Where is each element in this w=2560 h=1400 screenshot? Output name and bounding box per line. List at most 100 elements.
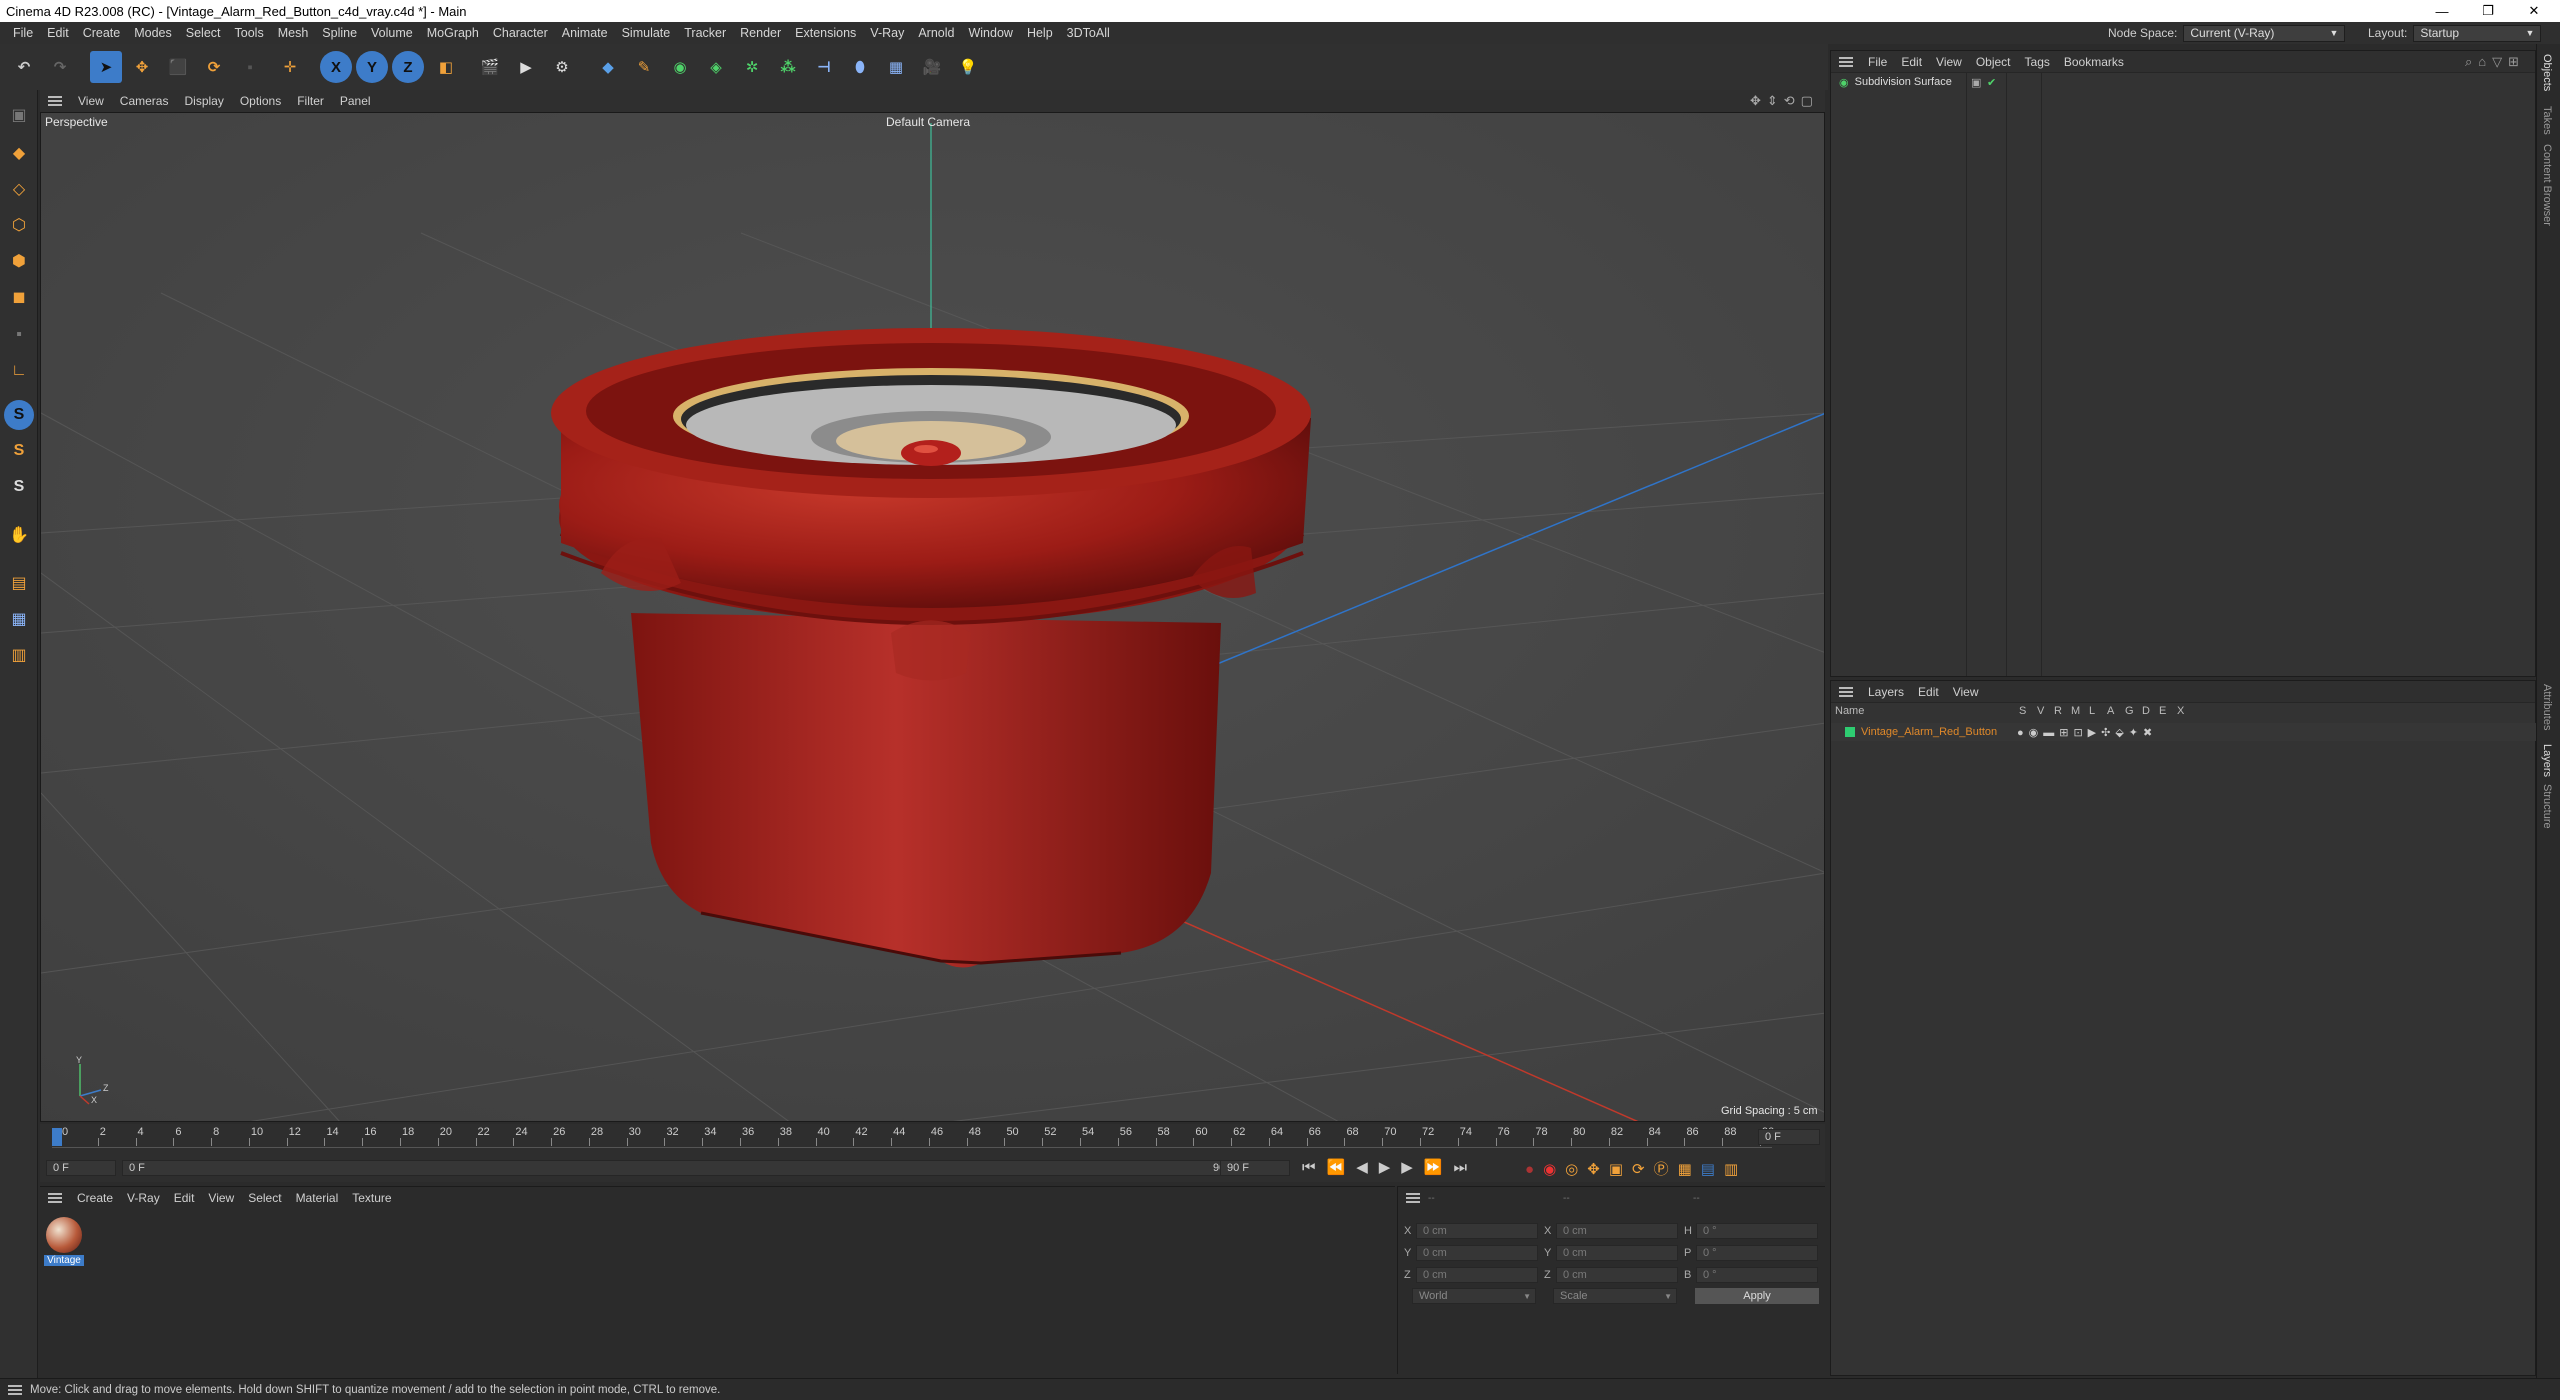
- viewport-menu-icon[interactable]: [48, 96, 62, 106]
- play-icon[interactable]: ▶: [1379, 1159, 1402, 1176]
- x-axis-lock-button[interactable]: X: [320, 51, 352, 83]
- material-menu-texture[interactable]: Texture: [345, 1191, 398, 1205]
- menu-animate[interactable]: Animate: [555, 26, 615, 40]
- status-menu-icon[interactable]: [8, 1384, 22, 1395]
- prev-frame-icon[interactable]: ◀: [1356, 1159, 1379, 1176]
- mograph-icon[interactable]: ⁂: [772, 51, 804, 83]
- close-button[interactable]: ✕: [2512, 0, 2556, 22]
- keyframe-icon[interactable]: ◎: [1565, 1161, 1587, 1178]
- render-view-icon[interactable]: ▶: [510, 51, 542, 83]
- key-position-icon[interactable]: ✥: [1587, 1161, 1609, 1178]
- range-end-field[interactable]: 90 F: [1220, 1160, 1290, 1176]
- coordinate-system-icon[interactable]: ◧: [430, 51, 462, 83]
- viewport-nav-icons[interactable]: ✥⇕⟲▢: [1750, 93, 1819, 109]
- material-menu-edit[interactable]: Edit: [167, 1191, 202, 1205]
- camera-icon[interactable]: 🎥: [916, 51, 948, 83]
- camera-label[interactable]: Default Camera: [886, 115, 970, 129]
- points-mode-icon[interactable]: ⬡: [4, 210, 34, 240]
- menu-character[interactable]: Character: [486, 26, 555, 40]
- layer-menu-edit[interactable]: Edit: [1911, 685, 1946, 699]
- playback-controls[interactable]: ⏮⏪◀▶▶⏩⏭: [1302, 1158, 1478, 1176]
- viewport-menu-cameras[interactable]: Cameras: [112, 94, 177, 108]
- pen-spline-icon[interactable]: ✎: [628, 51, 660, 83]
- object-menu-file[interactable]: File: [1861, 55, 1894, 69]
- floor-icon[interactable]: ▦: [880, 51, 912, 83]
- next-frame-icon[interactable]: ▶: [1401, 1159, 1424, 1176]
- cube-primitive-icon[interactable]: ◆: [592, 51, 624, 83]
- render-region-icon[interactable]: 🎬: [474, 51, 506, 83]
- enabled-check-icon[interactable]: ✔: [1987, 76, 1996, 89]
- menu-volume[interactable]: Volume: [364, 26, 420, 40]
- undo-icon[interactable]: ↶: [8, 51, 40, 83]
- viewport-menu-panel[interactable]: Panel: [332, 94, 379, 108]
- object-menu-edit[interactable]: Edit: [1894, 55, 1929, 69]
- y-axis-lock-button[interactable]: Y: [356, 51, 388, 83]
- menu-arnold[interactable]: Arnold: [911, 26, 961, 40]
- size-y-field[interactable]: 0 cm: [1556, 1245, 1678, 1261]
- scale-icon[interactable]: ⬛: [162, 51, 194, 83]
- texture-mode-icon[interactable]: ◇: [4, 174, 34, 204]
- recent-tools-icon[interactable]: ▪: [234, 51, 266, 83]
- key-pla-icon[interactable]: ▦: [1678, 1161, 1701, 1178]
- menu-create[interactable]: Create: [76, 26, 128, 40]
- rotate-icon[interactable]: ⟳: [198, 51, 230, 83]
- tab-content-browser[interactable]: Content Browser: [2541, 144, 2553, 226]
- layer-name[interactable]: Vintage_Alarm_Red_Button: [1861, 726, 1997, 738]
- size-z-field[interactable]: 0 cm: [1556, 1267, 1678, 1283]
- object-menu-tags[interactable]: Tags: [2018, 55, 2057, 69]
- edges-mode-icon[interactable]: ⬢: [4, 246, 34, 276]
- rot-h-field[interactable]: 0 °: [1696, 1223, 1818, 1239]
- menu-3dtoall[interactable]: 3DToAll: [1060, 26, 1117, 40]
- quantize-icon[interactable]: S: [4, 472, 34, 502]
- visibility-toggle-icon[interactable]: ▣: [1971, 76, 1981, 89]
- pos-y-field[interactable]: 0 cm: [1416, 1245, 1538, 1261]
- rot-p-field[interactable]: 0 °: [1696, 1245, 1818, 1261]
- cloner-icon[interactable]: ✲: [736, 51, 768, 83]
- timeline-ruler[interactable]: 0 2 4 6 8 10 12 14 16 18 20 22 24 26 28 30 32 34 36 38 40 42 4…: [52, 1126, 1774, 1148]
- object-menu-bookmarks[interactable]: Bookmarks: [2057, 55, 2131, 69]
- viewport-menu-view[interactable]: View: [70, 94, 112, 108]
- live-selection-icon[interactable]: ✛: [274, 51, 306, 83]
- tab-attributes[interactable]: Attributes: [2541, 684, 2553, 730]
- z-axis-lock-button[interactable]: Z: [392, 51, 424, 83]
- menu-simulate[interactable]: Simulate: [615, 26, 678, 40]
- menu-modes[interactable]: Modes: [127, 26, 179, 40]
- menu-tracker[interactable]: Tracker: [677, 26, 733, 40]
- deformer-icon[interactable]: ⊣: [808, 51, 840, 83]
- record-icon[interactable]: ●: [1525, 1161, 1543, 1178]
- menu-mograph[interactable]: MoGraph: [420, 26, 486, 40]
- apply-button[interactable]: Apply: [1695, 1288, 1819, 1304]
- current-frame-field[interactable]: 0 F: [46, 1160, 116, 1176]
- material-menu-material[interactable]: Material: [289, 1191, 346, 1205]
- pos-z-field[interactable]: 0 cm: [1416, 1267, 1538, 1283]
- field-icon[interactable]: ⬮: [844, 51, 876, 83]
- menu-vray[interactable]: V-Ray: [863, 26, 911, 40]
- menu-select[interactable]: Select: [179, 26, 228, 40]
- size-x-field[interactable]: 0 cm: [1556, 1223, 1678, 1239]
- playhead[interactable]: [52, 1128, 62, 1146]
- menu-mesh[interactable]: Mesh: [271, 26, 316, 40]
- pos-x-field[interactable]: 0 cm: [1416, 1223, 1538, 1239]
- minimize-button[interactable]: —: [2420, 0, 2464, 22]
- material-menu-view[interactable]: View: [201, 1191, 241, 1205]
- coordinate-mode-dropdown[interactable]: World ▼: [1412, 1288, 1536, 1304]
- move-icon[interactable]: ✥: [126, 51, 158, 83]
- make-editable-icon[interactable]: ▣: [4, 100, 34, 130]
- workplane-icon[interactable]: ▤: [4, 568, 34, 598]
- layer-menu-view[interactable]: View: [1946, 685, 1986, 699]
- grid-icon[interactable]: ▦: [4, 604, 34, 634]
- model-mode-icon[interactable]: ◆: [4, 138, 34, 168]
- viewport-menu-filter[interactable]: Filter: [289, 94, 332, 108]
- menu-edit[interactable]: Edit: [40, 26, 76, 40]
- menu-file[interactable]: File: [6, 26, 40, 40]
- tab-layers[interactable]: Layers: [2541, 744, 2553, 777]
- frame-range-slider[interactable]: 0 F 90 F: [122, 1160, 1242, 1176]
- timeline-window-icon[interactable]: ▤: [1701, 1161, 1724, 1178]
- tab-structure[interactable]: Structure: [2541, 784, 2553, 829]
- size-mode-dropdown[interactable]: Scale ▼: [1553, 1288, 1677, 1304]
- rot-b-field[interactable]: 0 °: [1696, 1267, 1818, 1283]
- key-scale-icon[interactable]: ▣: [1609, 1161, 1632, 1178]
- record-controls[interactable]: ●◉◎✥▣⟳Ⓟ▦▤▥: [1525, 1158, 1747, 1179]
- tab-takes[interactable]: Takes: [2541, 106, 2553, 135]
- menu-spline[interactable]: Spline: [315, 26, 364, 40]
